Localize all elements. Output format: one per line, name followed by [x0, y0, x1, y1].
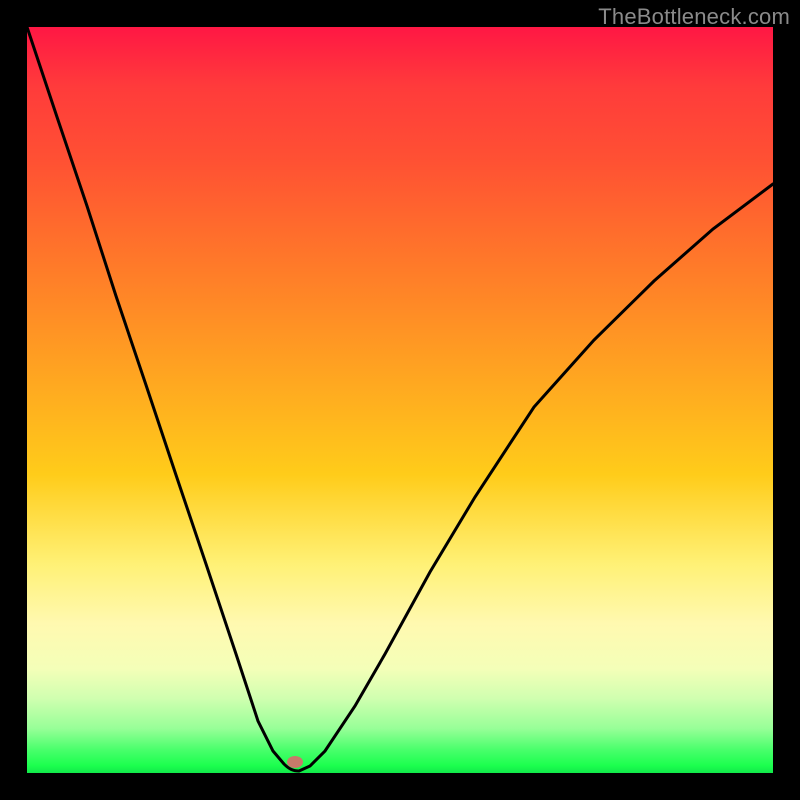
- bottleneck-curve: [27, 27, 773, 773]
- curve-path: [27, 27, 773, 771]
- watermark-text: TheBottleneck.com: [598, 4, 790, 30]
- optimal-point-marker: [287, 756, 303, 768]
